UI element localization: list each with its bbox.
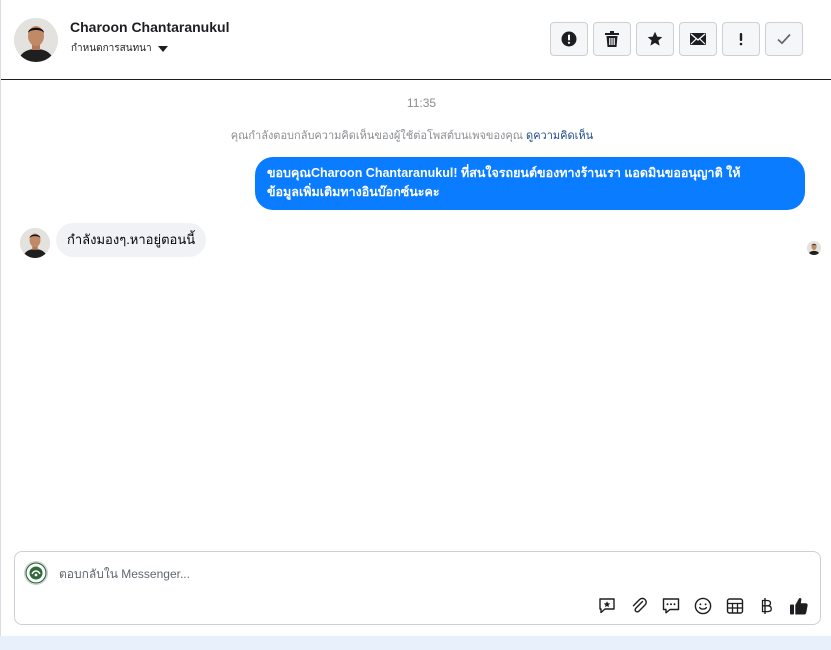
- composer-toolbar: [596, 595, 810, 617]
- mark-unread-button[interactable]: [679, 22, 717, 56]
- emoji-icon: [694, 597, 712, 615]
- follow-up-button[interactable]: [722, 22, 760, 56]
- notice-text: คุณกำลังตอบกลับความคิดเห็นของผู้ใช้ต่อโพ…: [230, 130, 523, 142]
- stage-label: กำหนดการสนทนา: [71, 43, 152, 54]
- checkmark-icon: [777, 33, 791, 45]
- chat-bubble-icon: [662, 598, 680, 614]
- seen-indicator-avatar: [807, 241, 821, 255]
- send-like-button[interactable]: [788, 595, 810, 617]
- appointment-button[interactable]: [724, 595, 746, 617]
- baht-icon: [761, 598, 772, 614]
- attachment-icon: [632, 597, 647, 613]
- bottom-strip: [0, 636, 831, 650]
- mark-spam-button[interactable]: [550, 22, 588, 56]
- table-icon: [726, 598, 744, 614]
- sender-avatar[interactable]: [20, 228, 50, 258]
- star-icon: [647, 31, 663, 46]
- outgoing-message[interactable]: ขอบคุณCharoon Chantaranukul! ที่สนใจรถยน…: [255, 157, 805, 210]
- outgoing-message-line-2: ข้อมูลเพิ่มเติมทางอินบ๊อกซ์นะคะ: [267, 185, 440, 199]
- chevron-down-icon: [157, 46, 168, 52]
- incoming-message[interactable]: กำลังมองๆ.หาอยู่ตอนนี้: [56, 223, 207, 257]
- saved-reply-button[interactable]: [596, 595, 618, 617]
- trash-icon: [605, 31, 619, 47]
- payment-button[interactable]: [756, 595, 778, 617]
- saved-reply-icon: [599, 598, 615, 614]
- conversation-panel: Charoon Chantaranukul กำหนดการสนทนา 11:3…: [0, 0, 831, 636]
- attach-file-button[interactable]: [628, 595, 650, 617]
- envelope-icon: [690, 33, 706, 45]
- thumbs-up-icon: [790, 597, 808, 615]
- contact-name[interactable]: Charoon Chantaranukul: [70, 19, 229, 35]
- mark-done-button[interactable]: [765, 22, 803, 56]
- exclamation-icon: [739, 33, 743, 46]
- reply-input[interactable]: [59, 564, 759, 584]
- view-comment-link[interactable]: ดูความคิดเห็น: [526, 130, 593, 142]
- conversation-stage-dropdown[interactable]: กำหนดการสนทนา: [71, 41, 168, 56]
- outgoing-message-line-1: ขอบคุณCharoon Chantaranukul! ที่สนใจรถยน…: [267, 166, 741, 180]
- message-timestamp: 11:35: [406, 96, 437, 110]
- alert-circle-icon: [561, 31, 577, 47]
- reply-composer: [14, 551, 821, 625]
- page-avatar: [24, 561, 48, 585]
- header-actions: [550, 22, 803, 56]
- delete-button[interactable]: [593, 22, 631, 56]
- message-template-button[interactable]: [660, 595, 682, 617]
- conversation-header: Charoon Chantaranukul กำหนดการสนทนา: [1, 0, 831, 80]
- avatar[interactable]: [14, 18, 58, 62]
- reply-context-notice: คุณกำลังตอบกลับความคิดเห็นของผู้ใช้ต่อโพ…: [1, 126, 823, 144]
- star-button[interactable]: [636, 22, 674, 56]
- emoji-button[interactable]: [692, 595, 714, 617]
